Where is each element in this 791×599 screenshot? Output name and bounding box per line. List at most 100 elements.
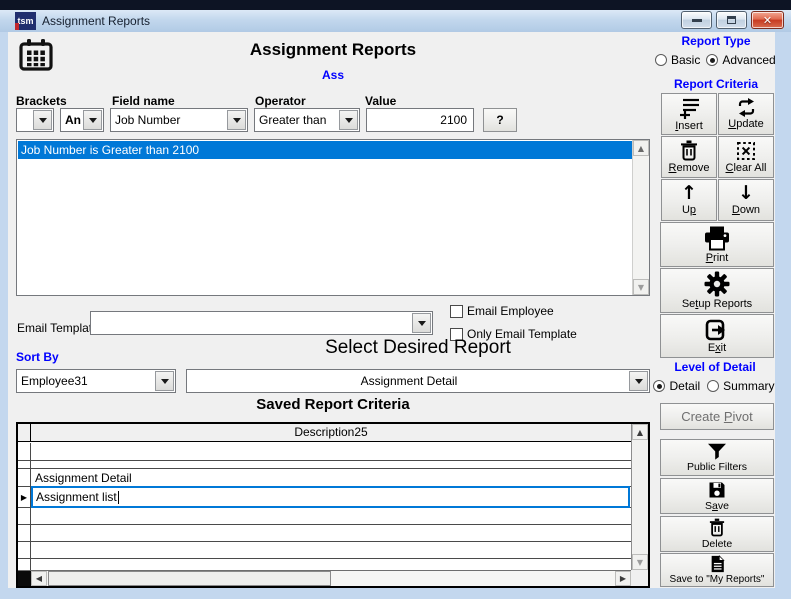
- page-subtitle: Ass: [16, 68, 650, 82]
- scroll-down-icon[interactable]: ▼: [633, 279, 649, 295]
- create-pivot-button[interactable]: Create Pivot: [660, 403, 774, 430]
- radio-detail-icon[interactable]: [653, 380, 665, 392]
- table-row[interactable]: [18, 525, 631, 542]
- save-button[interactable]: Save: [660, 478, 774, 514]
- email-employee-checkbox[interactable]: [450, 305, 463, 318]
- email-template-value: [95, 312, 410, 334]
- save-to-my-reports-button[interactable]: Save to "My Reports": [660, 553, 774, 587]
- conjunction-combo[interactable]: And: [60, 108, 104, 132]
- horizontal-scrollbar-thumb[interactable]: [48, 571, 331, 586]
- radio-summary-icon[interactable]: [707, 380, 719, 392]
- bracket-combo-arrow-icon[interactable]: [33, 110, 52, 130]
- table-row[interactable]: [18, 443, 631, 461]
- radio-basic[interactable]: Basic: [655, 53, 700, 67]
- text-caret: [118, 491, 119, 504]
- level-of-detail-radios: Detail Summary: [652, 379, 775, 393]
- scroll-right-icon[interactable]: ▶: [615, 571, 631, 586]
- select-desired-report-heading: Select Desired Report: [186, 337, 650, 359]
- field-name-combo[interactable]: Job Number: [110, 108, 248, 132]
- email-employee-label: Email Employee: [467, 304, 554, 318]
- level-of-detail-heading: Level of Detail: [654, 360, 775, 374]
- desired-report-combo[interactable]: Assignment Detail: [186, 369, 650, 393]
- grid-rows: Assignment Detail ▶ Assignment list: [18, 443, 631, 570]
- table-row-selected[interactable]: ▶ Assignment list: [18, 487, 631, 508]
- value-input[interactable]: [366, 108, 474, 132]
- conjunction-value: And: [65, 109, 81, 131]
- grid-horizontal-scrollbar[interactable]: ◀ ▶: [18, 570, 631, 586]
- grid-column-header[interactable]: Description25: [31, 424, 631, 441]
- table-row[interactable]: [18, 559, 631, 570]
- print-button[interactable]: Print: [660, 222, 774, 267]
- operator-value: Greater than: [259, 109, 337, 131]
- trash-icon: [680, 140, 698, 161]
- conjunction-combo-arrow-icon[interactable]: [83, 110, 102, 130]
- field-name-combo-arrow-icon[interactable]: [227, 110, 246, 130]
- delete-button[interactable]: Delete: [660, 516, 774, 552]
- grid-header-row: Description25: [18, 424, 631, 442]
- minimize-button[interactable]: [681, 11, 712, 29]
- table-row[interactable]: [18, 542, 631, 559]
- public-filters-button[interactable]: Public Filters: [660, 439, 774, 476]
- window-title: Assignment Reports: [42, 14, 150, 28]
- saved-criteria-grid[interactable]: Description25 Assignment Detail ▶ Assign…: [16, 422, 650, 588]
- window-controls: ✕: [681, 11, 784, 29]
- grid-corner-filler: [631, 570, 648, 586]
- document-icon: [710, 555, 725, 573]
- update-refresh-icon: [736, 98, 757, 117]
- floppy-save-icon: [708, 481, 726, 499]
- scroll-left-icon[interactable]: ◀: [31, 571, 47, 586]
- filter-funnel-icon: [707, 443, 727, 460]
- operator-combo[interactable]: Greater than: [254, 108, 360, 132]
- field-name-value: Job Number: [115, 109, 225, 131]
- report-type-radios: Basic Advanced: [655, 53, 775, 67]
- scrollbar-corner: [18, 571, 31, 586]
- update-button[interactable]: Update: [718, 93, 774, 135]
- horizontal-scroll-track[interactable]: [47, 571, 615, 586]
- clear-all-button[interactable]: Clear All: [718, 136, 774, 178]
- sort-by-combo[interactable]: Employee31: [16, 369, 176, 393]
- scroll-up-icon[interactable]: ▲: [633, 140, 649, 156]
- criteria-listbox[interactable]: Job Number is Greater than 2100 ▲ ▼: [16, 139, 650, 296]
- remove-button[interactable]: Remove: [661, 136, 717, 178]
- help-button[interactable]: ?: [483, 108, 517, 132]
- close-button[interactable]: ✕: [751, 11, 784, 29]
- titlebar[interactable]: tsm Assignment Reports ✕: [0, 10, 791, 32]
- radio-summary[interactable]: Summary: [707, 379, 774, 393]
- scroll-down-icon[interactable]: ▼: [632, 554, 648, 570]
- email-template-combo[interactable]: [90, 311, 433, 335]
- selected-cell-text: Assignment list: [36, 490, 117, 504]
- setup-reports-button[interactable]: Setup Reports: [660, 268, 774, 313]
- radio-advanced-icon[interactable]: [706, 54, 718, 66]
- desired-report-value: Assignment Detail: [191, 370, 627, 392]
- delete-trash-icon: [709, 518, 725, 537]
- bracket-combo[interactable]: [16, 108, 54, 132]
- radio-basic-icon[interactable]: [655, 54, 667, 66]
- scroll-up-icon[interactable]: ▲: [632, 424, 648, 440]
- table-row[interactable]: [18, 508, 631, 525]
- sort-by-combo-arrow-icon[interactable]: [155, 371, 174, 391]
- selected-cell-editor[interactable]: Assignment list: [31, 486, 630, 508]
- exit-button[interactable]: Exit: [660, 314, 774, 358]
- email-template-combo-arrow-icon[interactable]: [412, 313, 431, 333]
- table-row[interactable]: Assignment Detail: [18, 469, 631, 487]
- maximize-button[interactable]: [716, 11, 747, 29]
- operator-combo-arrow-icon[interactable]: [339, 110, 358, 130]
- report-criteria-heading: Report Criteria: [656, 77, 775, 91]
- grid-vertical-scrollbar[interactable]: ▲ ▼: [631, 424, 648, 570]
- email-employee-option[interactable]: Email Employee: [450, 304, 554, 318]
- criteria-list-item[interactable]: Job Number is Greater than 2100: [18, 141, 632, 159]
- radio-advanced[interactable]: Advanced: [706, 53, 775, 67]
- assignment-reports-window: tsm Assignment Reports ✕ Assignment Repo…: [0, 0, 791, 599]
- radio-detail[interactable]: Detail: [653, 379, 700, 393]
- maximize-icon: [727, 16, 736, 24]
- app-logo-icon: tsm: [15, 12, 36, 30]
- insert-button[interactable]: Insert: [661, 93, 717, 135]
- table-row[interactable]: [18, 461, 631, 469]
- bracket-value: [21, 109, 31, 131]
- criteria-list-scrollbar[interactable]: ▲ ▼: [632, 140, 649, 295]
- desired-report-combo-arrow-icon[interactable]: [629, 371, 648, 391]
- move-up-button[interactable]: ↑ Up: [661, 179, 717, 221]
- move-down-button[interactable]: ↓ Down: [718, 179, 774, 221]
- row-pointer-icon: ▶: [18, 487, 31, 507]
- window-border-top: [0, 0, 791, 10]
